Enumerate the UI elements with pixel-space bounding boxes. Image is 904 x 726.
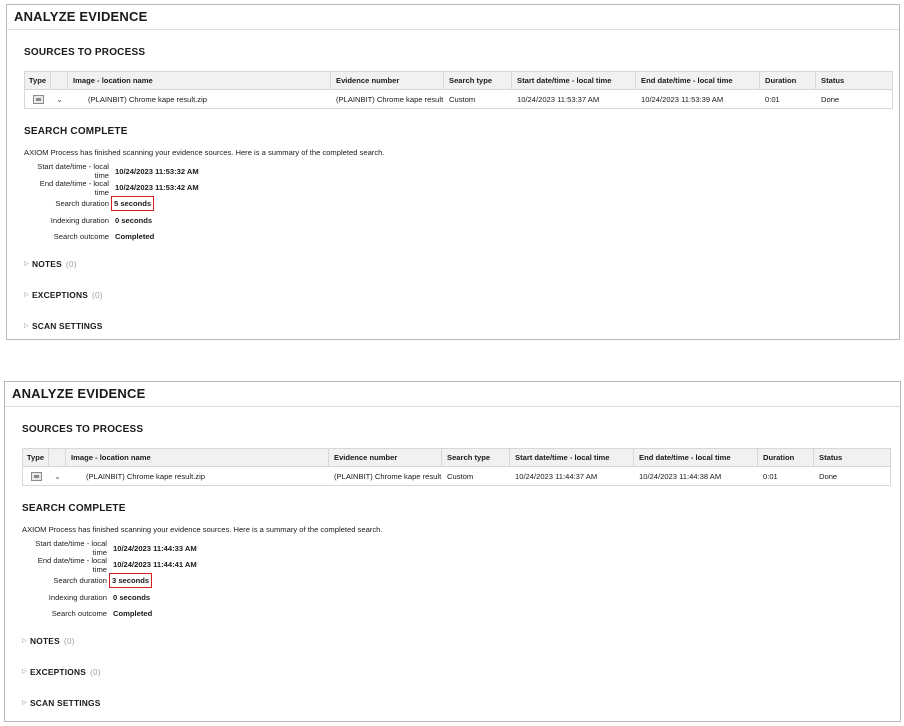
col-header-expand [51, 72, 68, 89]
col-header-evidence[interactable]: Evidence number [329, 449, 442, 466]
cell-search-type: Custom [449, 94, 476, 104]
col-header-start[interactable]: Start date/time - local time [512, 72, 636, 89]
notes-toggle[interactable]: ▷ NOTES (0) [22, 634, 900, 648]
col-header-search-type[interactable]: Search type [442, 449, 510, 466]
search-duration-highlight: 3 seconds [109, 573, 153, 589]
sources-table: Type Image - location name Evidence numb… [22, 448, 891, 486]
panel-title: ANALYZE EVIDENCE [5, 382, 900, 407]
exceptions-toggle[interactable]: ▷ EXCEPTIONS (0) [24, 288, 899, 302]
stat-value: Completed [113, 609, 153, 619]
search-stats: Start date/time - local time 10/24/2023 1… [24, 162, 899, 245]
cell-duration: 0:01 [763, 471, 778, 481]
cell-start: 10/24/2023 11:53:37 AM [517, 94, 600, 104]
stat-label: Indexing duration [48, 592, 107, 602]
col-header-expand [49, 449, 66, 466]
caret-right-icon: ▷ [24, 323, 29, 330]
search-duration-highlight: 5 seconds [111, 196, 155, 212]
col-header-end[interactable]: End date/time - local time [636, 72, 760, 89]
notes-label: NOTES [30, 635, 60, 646]
search-complete-title: SEARCH COMPLETE [24, 126, 128, 137]
cell-evidence: (PLAINBIT) Chrome kape result. [334, 471, 442, 481]
notes-toggle[interactable]: ▷ NOTES (0) [24, 257, 899, 271]
evidence-image-icon [30, 471, 42, 481]
scan-settings-toggle[interactable]: ▷ SCAN SETTINGS [22, 696, 900, 710]
cell-end: 10/24/2023 11:53:39 AM [641, 94, 724, 104]
exceptions-label: EXCEPTIONS [32, 289, 88, 300]
panel-title: ANALYZE EVIDENCE [7, 5, 899, 30]
chevron-down-icon[interactable]: ⌄ [54, 472, 61, 481]
stat-value: 10/24/2023 11:44:33 AM [113, 543, 197, 553]
scan-settings-label: SCAN SETTINGS [32, 320, 103, 331]
stat-label: End date/time - local time [39, 178, 109, 197]
evidence-image-icon [32, 94, 44, 104]
notes-count: (0) [65, 258, 77, 269]
exceptions-count: (0) [89, 666, 101, 677]
exceptions-toggle[interactable]: ▷ EXCEPTIONS (0) [22, 665, 900, 679]
stat-label: Start date/time - local time [37, 162, 109, 181]
stat-label: End date/time - local time [37, 555, 107, 574]
exceptions-label: EXCEPTIONS [30, 666, 86, 677]
table-header: Type Image - location name Evidence numb… [23, 449, 890, 467]
col-header-name[interactable]: Image - location name [68, 72, 331, 89]
stat-value: 10/24/2023 11:44:41 AM [113, 560, 197, 570]
col-header-status[interactable]: Status [816, 72, 892, 89]
search-complete-title: SEARCH COMPLETE [22, 503, 126, 514]
table-row[interactable]: ⌄ (PLAINBIT) Chrome kape result.zip (PLA… [23, 467, 890, 485]
notes-count: (0) [63, 635, 75, 646]
exceptions-count: (0) [91, 289, 103, 300]
cell-status: Done [821, 94, 840, 104]
cell-search-type: Custom [447, 471, 474, 481]
stat-label: Search duration [53, 576, 107, 586]
caret-right-icon: ▷ [24, 261, 29, 268]
cell-name: (PLAINBIT) Chrome kape result.zip [88, 94, 208, 104]
table-header: Type Image - location name Evidence numb… [25, 72, 892, 90]
cell-end: 10/24/2023 11:44:38 AM [639, 471, 722, 481]
stat-value: Completed [115, 232, 155, 242]
col-header-type[interactable]: Type [25, 72, 51, 89]
chevron-down-icon[interactable]: ⌄ [56, 95, 63, 104]
cell-status: Done [819, 471, 838, 481]
col-header-end[interactable]: End date/time - local time [634, 449, 758, 466]
analyze-evidence-panel: ANALYZE EVIDENCE SOURCES TO PROCESS Type… [6, 4, 900, 340]
stat-value: 0 seconds [113, 592, 151, 602]
col-header-start[interactable]: Start date/time - local time [510, 449, 634, 466]
stat-value: 10/24/2023 11:53:42 AM [115, 183, 199, 193]
cell-start: 10/24/2023 11:44:37 AM [515, 471, 598, 481]
cell-name: (PLAINBIT) Chrome kape result.zip [86, 471, 206, 481]
analyze-evidence-panel: ANALYZE EVIDENCE SOURCES TO PROCESS Type… [4, 381, 901, 722]
col-header-duration[interactable]: Duration [758, 449, 814, 466]
caret-right-icon: ▷ [22, 700, 27, 707]
caret-right-icon: ▷ [24, 292, 29, 299]
col-header-name[interactable]: Image - location name [66, 449, 329, 466]
cell-duration: 0:01 [765, 94, 780, 104]
search-stats: Start date/time - local time 10/24/2023 1… [22, 539, 900, 622]
col-header-duration[interactable]: Duration [760, 72, 816, 89]
col-header-status[interactable]: Status [814, 449, 890, 466]
caret-right-icon: ▷ [22, 669, 27, 676]
summary-text: AXIOM Process has finished scanning your… [24, 148, 385, 157]
col-header-evidence[interactable]: Evidence number [331, 72, 444, 89]
sources-section-title: SOURCES TO PROCESS [22, 424, 144, 435]
col-header-type[interactable]: Type [23, 449, 49, 466]
stat-label: Indexing duration [50, 215, 109, 225]
sources-table: Type Image - location name Evidence numb… [24, 71, 893, 109]
stat-value: 10/24/2023 11:53:32 AM [115, 166, 199, 176]
table-row[interactable]: ⌄ (PLAINBIT) Chrome kape result.zip (PLA… [25, 90, 892, 108]
stat-label: Search outcome [51, 609, 107, 619]
stat-label: Start date/time - local time [35, 539, 107, 558]
scan-settings-toggle[interactable]: ▷ SCAN SETTINGS [24, 319, 899, 333]
caret-right-icon: ▷ [22, 638, 27, 645]
summary-text: AXIOM Process has finished scanning your… [22, 525, 383, 534]
notes-label: NOTES [32, 258, 62, 269]
stat-value: 0 seconds [115, 215, 153, 225]
scan-settings-label: SCAN SETTINGS [30, 697, 101, 708]
cell-evidence: (PLAINBIT) Chrome kape result. [336, 94, 444, 104]
stat-label: Search duration [55, 199, 109, 209]
col-header-search-type[interactable]: Search type [444, 72, 512, 89]
sources-section-title: SOURCES TO PROCESS [24, 47, 146, 58]
stat-label: Search outcome [53, 232, 109, 242]
